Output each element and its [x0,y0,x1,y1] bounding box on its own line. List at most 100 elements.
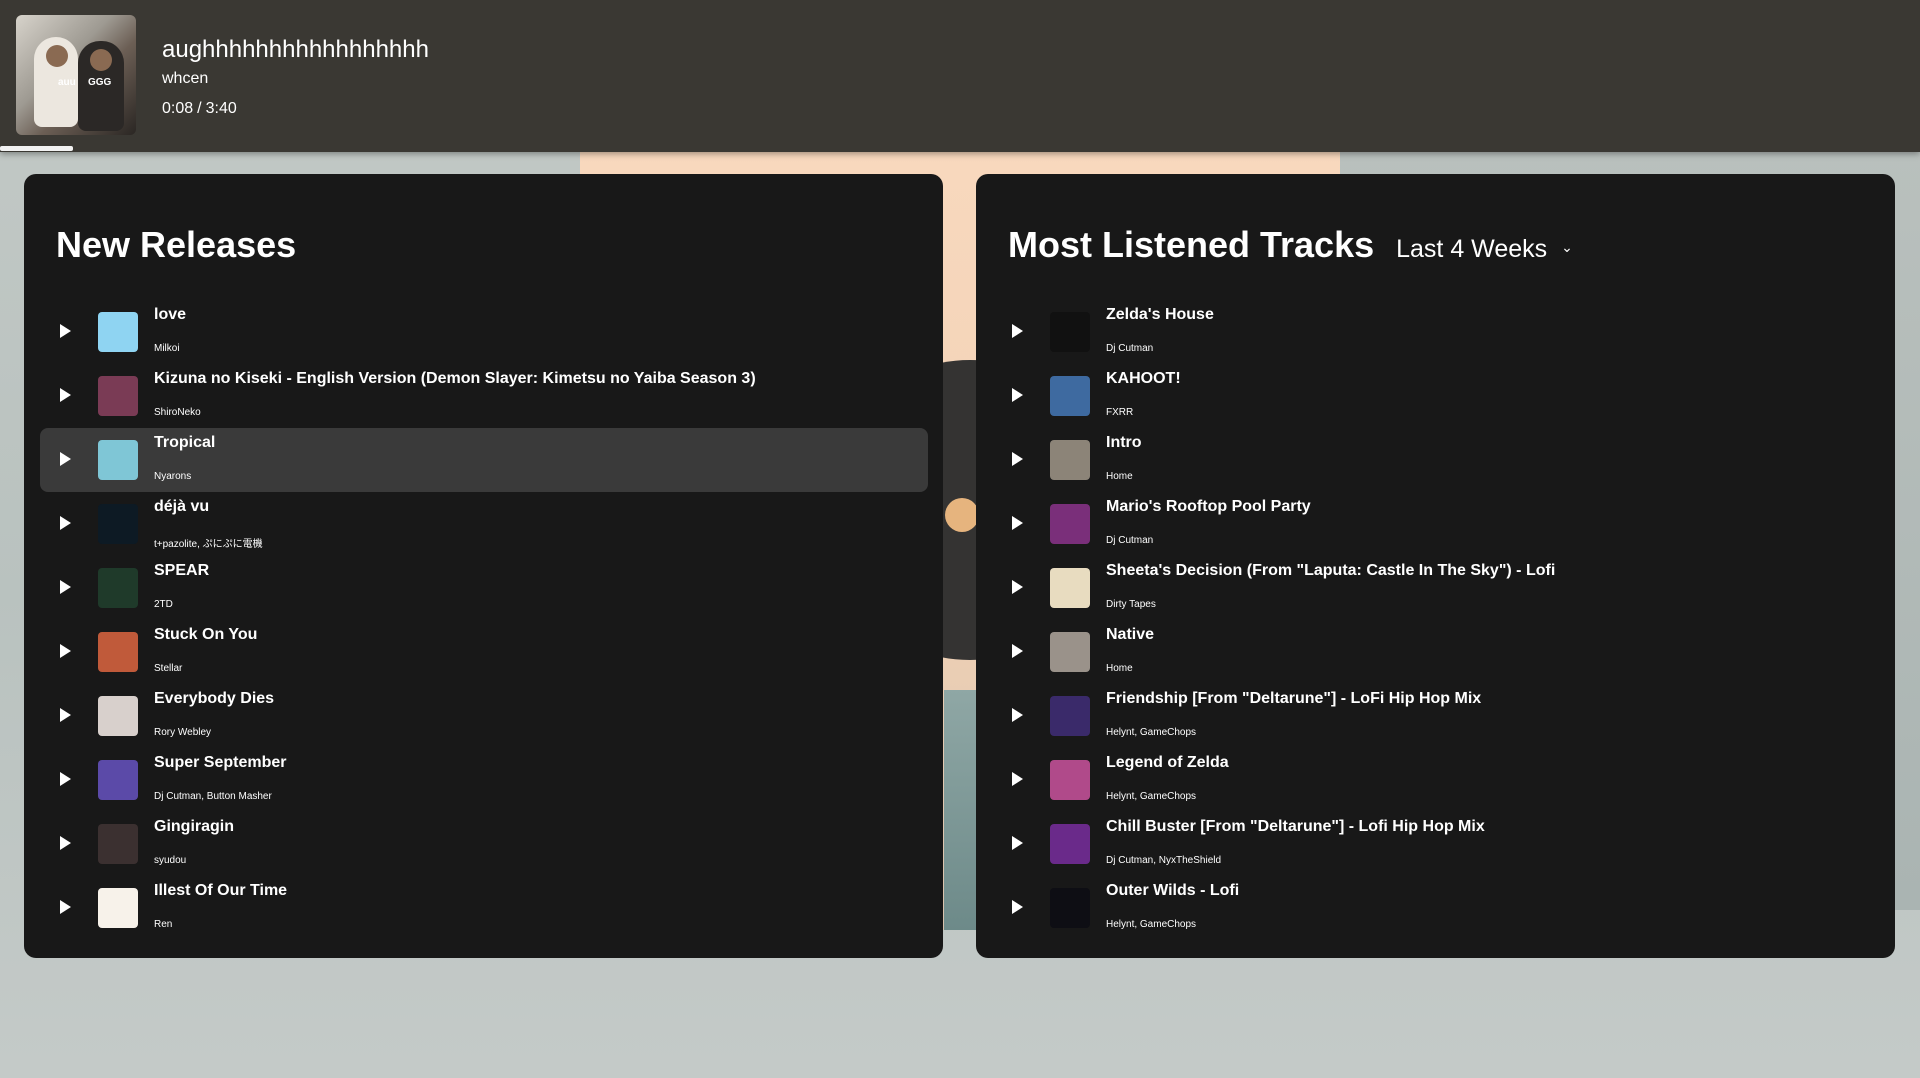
track-artwork [98,632,138,672]
most-listened-track-row[interactable]: Sheeta's Decision (From "Laputa: Castle … [992,556,1880,620]
play-icon[interactable] [60,772,71,786]
play-icon[interactable] [1012,772,1023,786]
track-title[interactable]: Stuck On You [154,626,257,644]
most-listened-panel: Most Listened Tracks Last 4 Weeks ⌄ Zeld… [976,174,1895,958]
most-listened-track-row[interactable]: Native Home [992,620,1880,684]
track-title[interactable]: Mario's Rooftop Pool Party [1106,498,1311,516]
track-title[interactable]: Chill Buster [From "Deltarune"] - Lofi H… [1106,818,1485,836]
most-listened-track-row[interactable]: Chill Buster [From "Deltarune"] - Lofi H… [992,812,1880,876]
play-icon[interactable] [60,900,71,914]
track-artist[interactable]: Dirty Tapes [1106,599,1156,610]
track-title[interactable]: Native [1106,626,1154,644]
track-artist[interactable]: 2TD [154,599,173,610]
track-artist[interactable]: syudou [154,855,186,866]
track-title[interactable]: Intro [1106,434,1142,452]
track-artist[interactable]: Home [1106,663,1133,674]
play-icon[interactable] [1012,644,1023,658]
track-artist[interactable]: Rory Webley [154,727,211,738]
track-artist[interactable]: Stellar [154,663,182,674]
now-playing-title: aughhhhhhhhhhhhhhhhh [162,36,429,63]
track-title[interactable]: Sheeta's Decision (From "Laputa: Castle … [1106,562,1555,580]
play-icon[interactable] [1012,836,1023,850]
track-artist[interactable]: Helynt, GameChops [1106,919,1196,930]
play-icon[interactable] [60,388,71,402]
track-artist[interactable]: Nyarons [154,471,191,482]
play-icon[interactable] [1012,900,1023,914]
track-title[interactable]: Outer Wilds - Lofi [1106,882,1239,900]
most-listened-title: Most Listened Tracks [1008,224,1375,265]
track-artist[interactable]: Home [1106,471,1133,482]
play-icon[interactable] [60,452,71,466]
track-artist[interactable]: Dj Cutman [1106,343,1153,354]
track-artwork [1050,888,1090,928]
new-release-track-row[interactable]: Gingiragin syudou [40,812,928,876]
track-title[interactable]: Gingiragin [154,818,234,836]
track-artist[interactable]: Milkoi [154,343,180,354]
play-icon[interactable] [60,580,71,594]
most-listened-track-row[interactable]: Zelda's House Dj Cutman [992,300,1880,364]
new-release-track-row[interactable]: Tropical Nyarons [40,428,928,492]
track-artist[interactable]: Dj Cutman [1106,535,1153,546]
track-title[interactable]: SPEAR [154,562,209,580]
play-icon[interactable] [60,836,71,850]
track-title[interactable]: Super September [154,754,286,772]
play-icon[interactable] [60,708,71,722]
new-release-track-row[interactable]: Kizuna no Kiseki - English Version (Demo… [40,364,928,428]
now-playing-artist: whcen [162,70,209,87]
track-title[interactable]: Illest Of Our Time [154,882,287,900]
track-artist[interactable]: t+pazolite, ぷにぷに電機 [154,535,263,550]
track-artwork [98,440,138,480]
track-artist[interactable]: Helynt, GameChops [1106,727,1196,738]
total-duration: 3:40 [205,100,237,117]
play-icon[interactable] [60,644,71,658]
most-listened-track-row[interactable]: Mario's Rooftop Pool Party Dj Cutman [992,492,1880,556]
track-artwork [1050,632,1090,672]
chevron-down-icon: ⌄ [1561,239,1573,255]
most-listened-track-row[interactable]: Friendship [From "Deltarune"] - LoFi Hip… [992,684,1880,748]
track-title[interactable]: Friendship [From "Deltarune"] - LoFi Hip… [1106,690,1481,708]
play-icon[interactable] [1012,452,1023,466]
track-artwork [98,376,138,416]
most-listened-track-row[interactable]: KAHOOT! FXRR [992,364,1880,428]
new-release-track-row[interactable]: Super September Dj Cutman, Button Masher [40,748,928,812]
track-artist[interactable]: ShiroNeko [154,407,201,418]
play-icon[interactable] [60,516,71,530]
progress-bar[interactable] [0,146,1920,151]
track-title[interactable]: love [154,306,186,324]
progress-fill [0,146,73,151]
now-playing-cover[interactable]: auu GGG [16,15,136,135]
track-title[interactable]: Legend of Zelda [1106,754,1229,772]
time-range-label: Last 4 Weeks [1396,235,1548,263]
track-artist[interactable]: Helynt, GameChops [1106,791,1196,802]
track-title[interactable]: KAHOOT! [1106,370,1181,388]
time-range-dropdown[interactable]: Last 4 Weeks ⌄ [1396,235,1573,264]
play-icon[interactable] [1012,708,1023,722]
new-release-track-row[interactable]: Illest Of Our Time Ren [40,876,928,940]
track-title[interactable]: Everybody Dies [154,690,274,708]
play-icon[interactable] [1012,324,1023,338]
new-release-track-row[interactable]: SPEAR 2TD [40,556,928,620]
new-release-track-row[interactable]: déjà vu t+pazolite, ぷにぷに電機 [40,492,928,556]
play-icon[interactable] [1012,388,1023,402]
most-listened-track-row[interactable]: Outer Wilds - Lofi Helynt, GameChops [992,876,1880,940]
track-title[interactable]: Zelda's House [1106,306,1214,324]
track-artwork [98,568,138,608]
new-release-track-row[interactable]: Stuck On You Stellar [40,620,928,684]
new-release-track-row[interactable]: love Milkoi [40,300,928,364]
track-artist[interactable]: Dj Cutman, Button Masher [154,791,272,802]
play-icon[interactable] [60,324,71,338]
track-artist[interactable]: FXRR [1106,407,1133,418]
track-artwork [98,824,138,864]
most-listened-track-row[interactable]: Legend of Zelda Helynt, GameChops [992,748,1880,812]
track-artist[interactable]: Dj Cutman, NyxTheShield [1106,855,1221,866]
track-title[interactable]: Tropical [154,434,215,452]
new-release-track-row[interactable]: Everybody Dies Rory Webley [40,684,928,748]
track-artist[interactable]: Ren [154,919,172,930]
most-listened-track-row[interactable]: Intro Home [992,428,1880,492]
most-listened-header: Most Listened Tracks Last 4 Weeks ⌄ [1008,224,1573,266]
play-icon[interactable] [1012,516,1023,530]
track-artwork [1050,376,1090,416]
track-title[interactable]: Kizuna no Kiseki - English Version (Demo… [154,370,756,388]
track-title[interactable]: déjà vu [154,498,209,516]
play-icon[interactable] [1012,580,1023,594]
